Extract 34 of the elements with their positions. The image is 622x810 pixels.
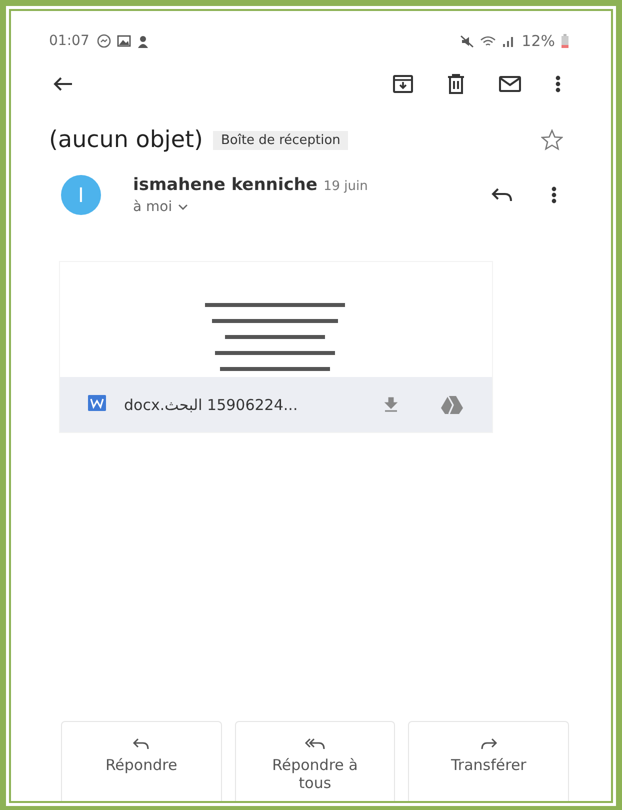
- battery-icon: [561, 34, 569, 48]
- archive-icon[interactable]: [393, 75, 413, 93]
- file-name: ...15906224 البحث.docx: [124, 396, 298, 414]
- reply-icon: [132, 738, 150, 750]
- status-time: 01:07: [49, 33, 90, 49]
- signal-icon: [502, 35, 516, 47]
- star-icon[interactable]: [541, 129, 563, 151]
- wifi-icon: [480, 34, 496, 48]
- person-icon: [137, 34, 150, 48]
- image-icon: [117, 35, 132, 47]
- battery-percent: 12%: [522, 32, 555, 50]
- message-date: 19 juin: [323, 179, 368, 194]
- download-icon[interactable]: [384, 396, 398, 412]
- reply-all-icon: [304, 738, 326, 750]
- mute-icon: [460, 34, 474, 48]
- delete-icon[interactable]: [447, 74, 465, 94]
- recipient-label[interactable]: à moi: [133, 199, 172, 215]
- more-icon[interactable]: [551, 186, 557, 204]
- forward-icon: [480, 738, 498, 750]
- back-icon[interactable]: [53, 76, 73, 92]
- sender-name: ismahene kenniche: [133, 175, 318, 195]
- reply-icon[interactable]: [491, 187, 513, 203]
- avatar: I: [61, 175, 101, 215]
- drive-icon[interactable]: [440, 394, 464, 414]
- inbox-label[interactable]: Boîte de réception: [212, 130, 348, 150]
- chevron-down-icon[interactable]: [178, 204, 188, 210]
- more-icon[interactable]: [555, 75, 561, 93]
- action-button[interactable]: Répondre à tous: [234, 721, 396, 801]
- action-button[interactable]: Répondre: [61, 721, 222, 801]
- subject-title: (aucun objet): [49, 127, 203, 153]
- attachment-card[interactable]: ...15906224 البحث.docx: [59, 261, 493, 433]
- mail-icon[interactable]: [499, 76, 521, 92]
- action-button[interactable]: Transférer: [408, 721, 570, 801]
- messenger-icon: [97, 34, 112, 48]
